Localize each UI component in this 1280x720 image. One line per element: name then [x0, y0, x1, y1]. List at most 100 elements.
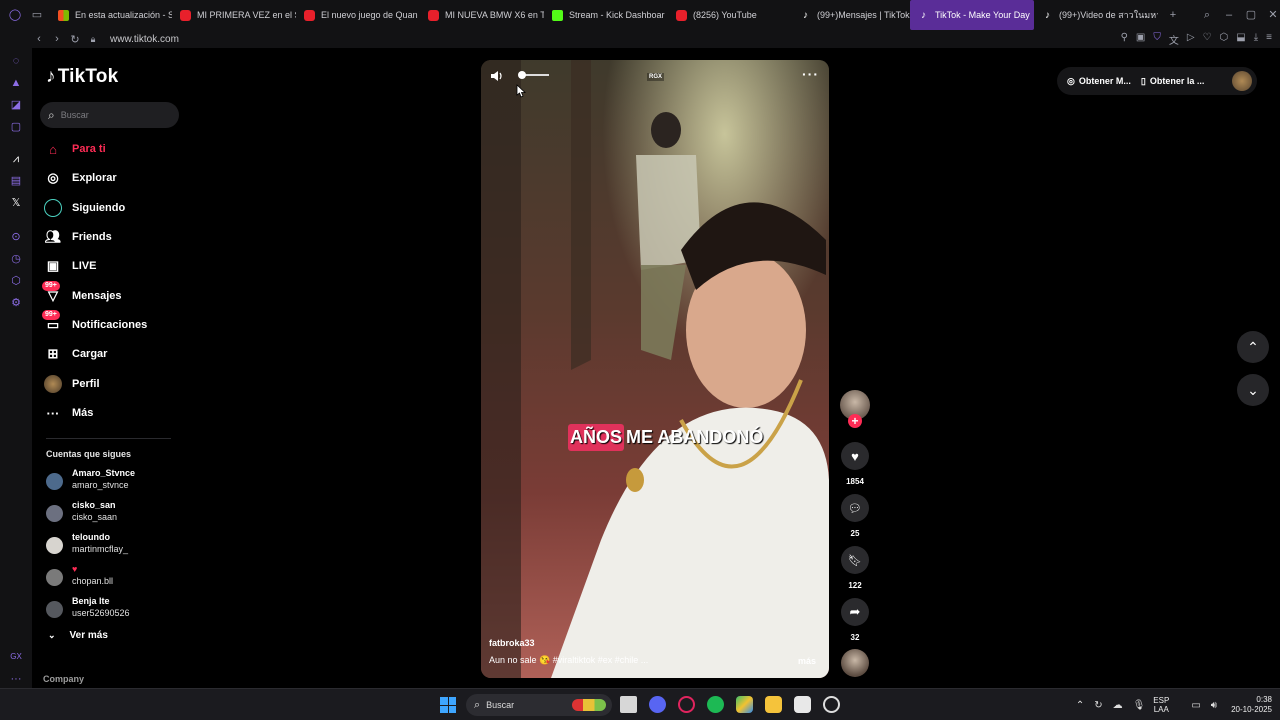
nav-mensajes[interactable]: ▽ 99+ Mensajes — [42, 281, 184, 307]
more-rail-icon[interactable]: ··· — [9, 672, 23, 686]
followed-account[interactable]: teloundo martinmcflay_ — [46, 531, 186, 561]
pin-icon[interactable]: ⚲ — [1121, 32, 1128, 47]
new-tab-icon[interactable]: + — [1166, 8, 1180, 22]
browser-sidebar: ◌ ▲ ◪ ▢ ⩘ ▤ 𝕏 ⊙ ◷ ⬡ ⚙ GX ··· — [0, 48, 32, 688]
store-icon[interactable] — [794, 696, 811, 713]
save-button[interactable]: 🔖︎ — [841, 546, 869, 574]
extensions-rail-icon[interactable]: ⬡ — [9, 274, 23, 288]
forward-icon[interactable]: › — [48, 33, 66, 45]
opera-logo-icon[interactable]: ◯ — [8, 8, 22, 22]
menu-icon[interactable]: ≡ — [1266, 32, 1272, 47]
close-icon[interactable]: ✕ — [1266, 8, 1280, 22]
browser-tab[interactable]: (8256) YouTube — [668, 0, 792, 30]
twitch-icon[interactable]: ▤ — [9, 174, 23, 188]
volume-icon[interactable] — [489, 68, 505, 84]
next-video-button[interactable]: ⌄ — [1237, 374, 1269, 406]
get-coins-button[interactable]: ◎ Obtener M... — [1067, 76, 1131, 87]
play-icon[interactable]: ▷ — [1187, 32, 1195, 47]
heart-icon[interactable]: ♡ — [1203, 32, 1212, 47]
followed-account[interactable]: Amaro_Stvnce amaro_stvnce — [46, 467, 186, 497]
mic-icon[interactable]: 🎙︎ — [1133, 700, 1146, 711]
browser-tab[interactable]: ♪ (99+)Video de สาวในมหา — [1034, 0, 1158, 30]
comment-button[interactable]: 💬︎ — [841, 494, 869, 522]
discord-icon[interactable] — [649, 696, 666, 713]
volume-tray-icon[interactable]: 🔊︎ — [1211, 700, 1217, 711]
opera-gx-icon[interactable] — [678, 696, 695, 713]
nav-para-ti[interactable]: ⌂ Para ti — [44, 138, 184, 160]
nav-friends[interactable]: 👥︎ Friends — [44, 226, 184, 248]
browser-tab[interactable]: El nuevo juego de Quan — [296, 0, 420, 30]
spotify-icon[interactable] — [707, 696, 724, 713]
nav-siguiendo[interactable]: Siguiendo — [44, 197, 184, 219]
like-button[interactable]: ♥ — [841, 442, 869, 470]
company-link[interactable]: Company — [43, 674, 84, 684]
nav-explorar[interactable]: ◎ Explorar — [44, 167, 184, 189]
chevron-up-icon[interactable]: ⌃ — [1076, 700, 1084, 711]
messenger-icon[interactable]: ◪ — [9, 98, 23, 112]
snapshot-icon[interactable]: ▣ — [1136, 32, 1145, 47]
clock[interactable]: 0:38 20-10-2025 — [1231, 695, 1272, 715]
minimize-icon[interactable]: – — [1222, 8, 1236, 22]
comment-count: 25 — [850, 529, 860, 538]
cloud-icon[interactable]: ☁ — [1113, 700, 1123, 711]
taskbar-search[interactable]: ⌕ Buscar — [466, 694, 612, 716]
translate-icon[interactable]: 文 — [1169, 32, 1179, 47]
previous-video-button[interactable]: ⌃ — [1237, 331, 1269, 363]
see-more-button[interactable]: ⌄ Ver más — [48, 630, 108, 641]
language-indicator[interactable]: ESP LAA — [1153, 696, 1169, 714]
tab-menu-icon[interactable]: ▭ — [30, 8, 44, 22]
search-box[interactable]: ⌕ — [40, 102, 179, 128]
vpn-icon[interactable]: ⛉ — [1153, 32, 1161, 47]
steam-icon[interactable] — [823, 696, 840, 713]
share-button[interactable]: ➦ — [841, 598, 869, 626]
nav-cargar[interactable]: ⊞ Cargar — [44, 343, 184, 365]
url-text[interactable]: www.tiktok.com — [110, 34, 179, 45]
player-icon[interactable]: ⊙ — [9, 230, 23, 244]
tiktok-logo[interactable]: ♪ TikTok — [46, 66, 118, 88]
video-more-icon[interactable]: ··· — [802, 66, 819, 82]
gx-icon[interactable]: GX — [9, 650, 23, 664]
video-author[interactable]: fatbroka33 — [489, 638, 535, 648]
followed-account[interactable]: Benja lte user52690526 — [46, 595, 186, 625]
aria-icon[interactable]: ◌ — [9, 54, 23, 68]
nav-mas[interactable]: ··· Más — [44, 402, 184, 424]
wallet-icon[interactable]: ⬓ — [1236, 32, 1245, 47]
description-more-link[interactable]: más — [798, 656, 816, 666]
x-icon[interactable]: 𝕏 — [9, 196, 23, 210]
browser-tab[interactable]: Stream - Kick Dashboar — [544, 0, 668, 30]
nav-perfil[interactable]: Perfil — [44, 373, 184, 395]
get-app-button[interactable]: ▯ Obtener la ... — [1141, 76, 1204, 87]
back-icon[interactable]: ‹ — [30, 33, 48, 45]
browser-tab[interactable]: ♪ (99+)Mensajes | TikTok — [792, 0, 910, 30]
video-player[interactable]: RGX ··· — [481, 60, 829, 678]
browser-tab-active[interactable]: ♪ TikTok - Make Your Day — [910, 0, 1034, 30]
sync-icon[interactable]: ↻ — [1094, 700, 1102, 711]
meta-icon[interactable]: ▢ — [9, 120, 23, 134]
network-icon[interactable]: ▭ — [1191, 700, 1200, 711]
nav-notificaciones[interactable]: ▭ 99+ Notificaciones — [42, 310, 184, 336]
user-avatar[interactable] — [1232, 71, 1252, 91]
task-view-icon[interactable] — [620, 696, 637, 713]
music-disc-avatar[interactable] — [841, 649, 869, 677]
history-icon[interactable]: ◷ — [9, 252, 23, 266]
maximize-icon[interactable]: ▢ — [1244, 8, 1258, 22]
browser-tab[interactable]: MI NUEVA BMW X6 en T — [420, 0, 544, 30]
nav-live[interactable]: ▣ LIVE — [44, 255, 184, 277]
file-explorer-icon[interactable] — [765, 696, 782, 713]
followed-account[interactable]: cisko_san cisko_saan — [46, 499, 186, 529]
start-icon[interactable] — [440, 697, 456, 713]
download-icon[interactable]: ⤓ — [1254, 32, 1258, 47]
follow-plus-icon[interactable]: + — [848, 414, 862, 428]
settings-icon[interactable]: ⚙ — [9, 296, 23, 310]
extensions-icon[interactable]: ⬡ — [1220, 32, 1229, 47]
bluestacks-icon[interactable] — [736, 696, 753, 713]
crypto-icon[interactable]: ▲ — [9, 76, 23, 90]
browser-tab[interactable]: En esta actualización - S — [50, 0, 172, 30]
tiktok-rail-icon[interactable]: ⩘ — [9, 152, 23, 166]
volume-knob[interactable] — [518, 71, 526, 79]
search-input[interactable] — [60, 110, 161, 120]
followed-account[interactable]: ♥ chopan.bll — [46, 563, 186, 593]
reload-icon[interactable]: ↻ — [66, 33, 84, 46]
browser-tab[interactable]: MI PRIMERA VEZ en el S — [172, 0, 296, 30]
search-tabs-icon[interactable]: ⌕ — [1200, 8, 1214, 22]
